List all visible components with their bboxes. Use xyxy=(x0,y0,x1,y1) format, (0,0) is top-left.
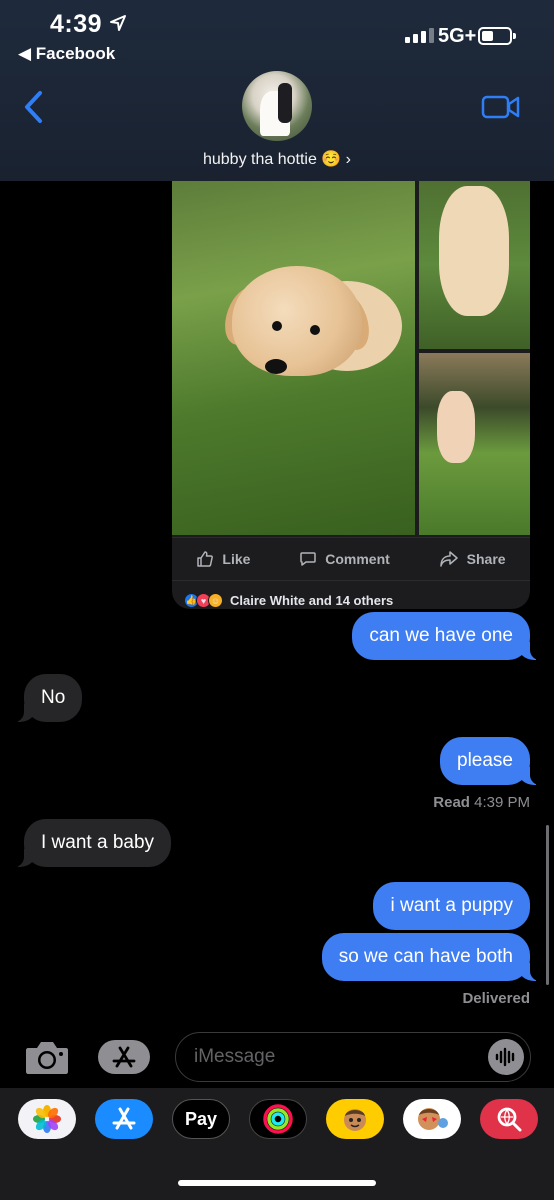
comment-label: Comment xyxy=(325,551,390,567)
outgoing-message[interactable]: so we can have both xyxy=(321,933,545,981)
photos-app-icon[interactable] xyxy=(18,1099,76,1139)
puppy-photo-main[interactable] xyxy=(172,181,415,535)
post-actions-bar: Like Comment Share xyxy=(172,537,530,581)
read-time: 4:39 PM xyxy=(474,794,530,811)
puppy-photo-bottom-right[interactable] xyxy=(419,353,530,535)
read-receipt: Read 4:39 PM xyxy=(433,794,530,811)
back-chevron-icon[interactable] xyxy=(22,90,44,124)
thumbs-up-icon xyxy=(197,551,214,567)
cellular-signal-icon xyxy=(405,28,434,43)
scrollbar[interactable] xyxy=(546,825,549,985)
reactions-count-text: Claire White and 14 others xyxy=(230,593,394,608)
location-arrow-icon xyxy=(110,15,126,31)
camera-icon[interactable] xyxy=(24,1038,70,1076)
imessage-input[interactable] xyxy=(194,1033,474,1080)
message-input-container[interactable] xyxy=(175,1032,531,1082)
read-label: Read xyxy=(433,794,470,811)
home-indicator[interactable] xyxy=(178,1180,376,1186)
share-label: Share xyxy=(466,551,506,567)
memoji-stickers-icon[interactable] xyxy=(403,1099,461,1139)
incoming-message[interactable]: No xyxy=(9,674,83,722)
outgoing-message[interactable]: can we have one xyxy=(352,612,544,660)
audio-message-button[interactable] xyxy=(488,1039,524,1075)
waveform-icon xyxy=(495,1047,515,1067)
app-store-icon[interactable] xyxy=(95,1099,153,1139)
battery-icon xyxy=(478,27,516,45)
network-type: 5G+ xyxy=(438,25,477,47)
care-reaction-icon: ☺ xyxy=(208,593,223,608)
share-button[interactable]: Share xyxy=(439,550,506,568)
comment-button[interactable]: Comment xyxy=(299,550,390,568)
share-icon xyxy=(439,551,458,567)
back-to-facebook-link[interactable]: ◀ Facebook xyxy=(18,44,115,64)
shared-facebook-post[interactable]: Like Comment Share 👍 ♥ ☺ Claire White an… xyxy=(172,181,530,609)
like-label: Like xyxy=(222,551,251,567)
app-store-button[interactable] xyxy=(98,1040,150,1074)
puppy-photo-top-right[interactable] xyxy=(419,181,530,349)
apple-pay-icon[interactable]: Pay xyxy=(172,1099,230,1139)
contact-name[interactable]: hubby tha hottie ☺️ › xyxy=(0,149,554,169)
facetime-video-icon[interactable] xyxy=(481,94,521,120)
comment-icon xyxy=(300,552,316,566)
apple-pay-label: Pay xyxy=(184,1108,218,1129)
like-button[interactable]: Like xyxy=(196,550,250,568)
outgoing-message[interactable]: please xyxy=(440,737,544,785)
memoji-icon[interactable] xyxy=(326,1099,384,1139)
web-images-search-icon[interactable] xyxy=(480,1099,538,1139)
incoming-message[interactable]: I want a baby xyxy=(9,819,172,867)
app-store-icon xyxy=(112,1046,136,1068)
outgoing-message[interactable]: i want a puppy xyxy=(373,882,530,930)
delivered-receipt: Delivered xyxy=(462,990,530,1007)
activity-app-icon[interactable] xyxy=(249,1099,307,1139)
contact-avatar[interactable] xyxy=(242,71,312,141)
conversation-header: 4:39 ◀ Facebook 5G+ hubby tha hottie ☺️ … xyxy=(0,0,554,181)
status-time: 4:39 xyxy=(50,10,103,38)
post-reactions[interactable]: 👍 ♥ ☺ Claire White and 14 others xyxy=(184,593,393,608)
